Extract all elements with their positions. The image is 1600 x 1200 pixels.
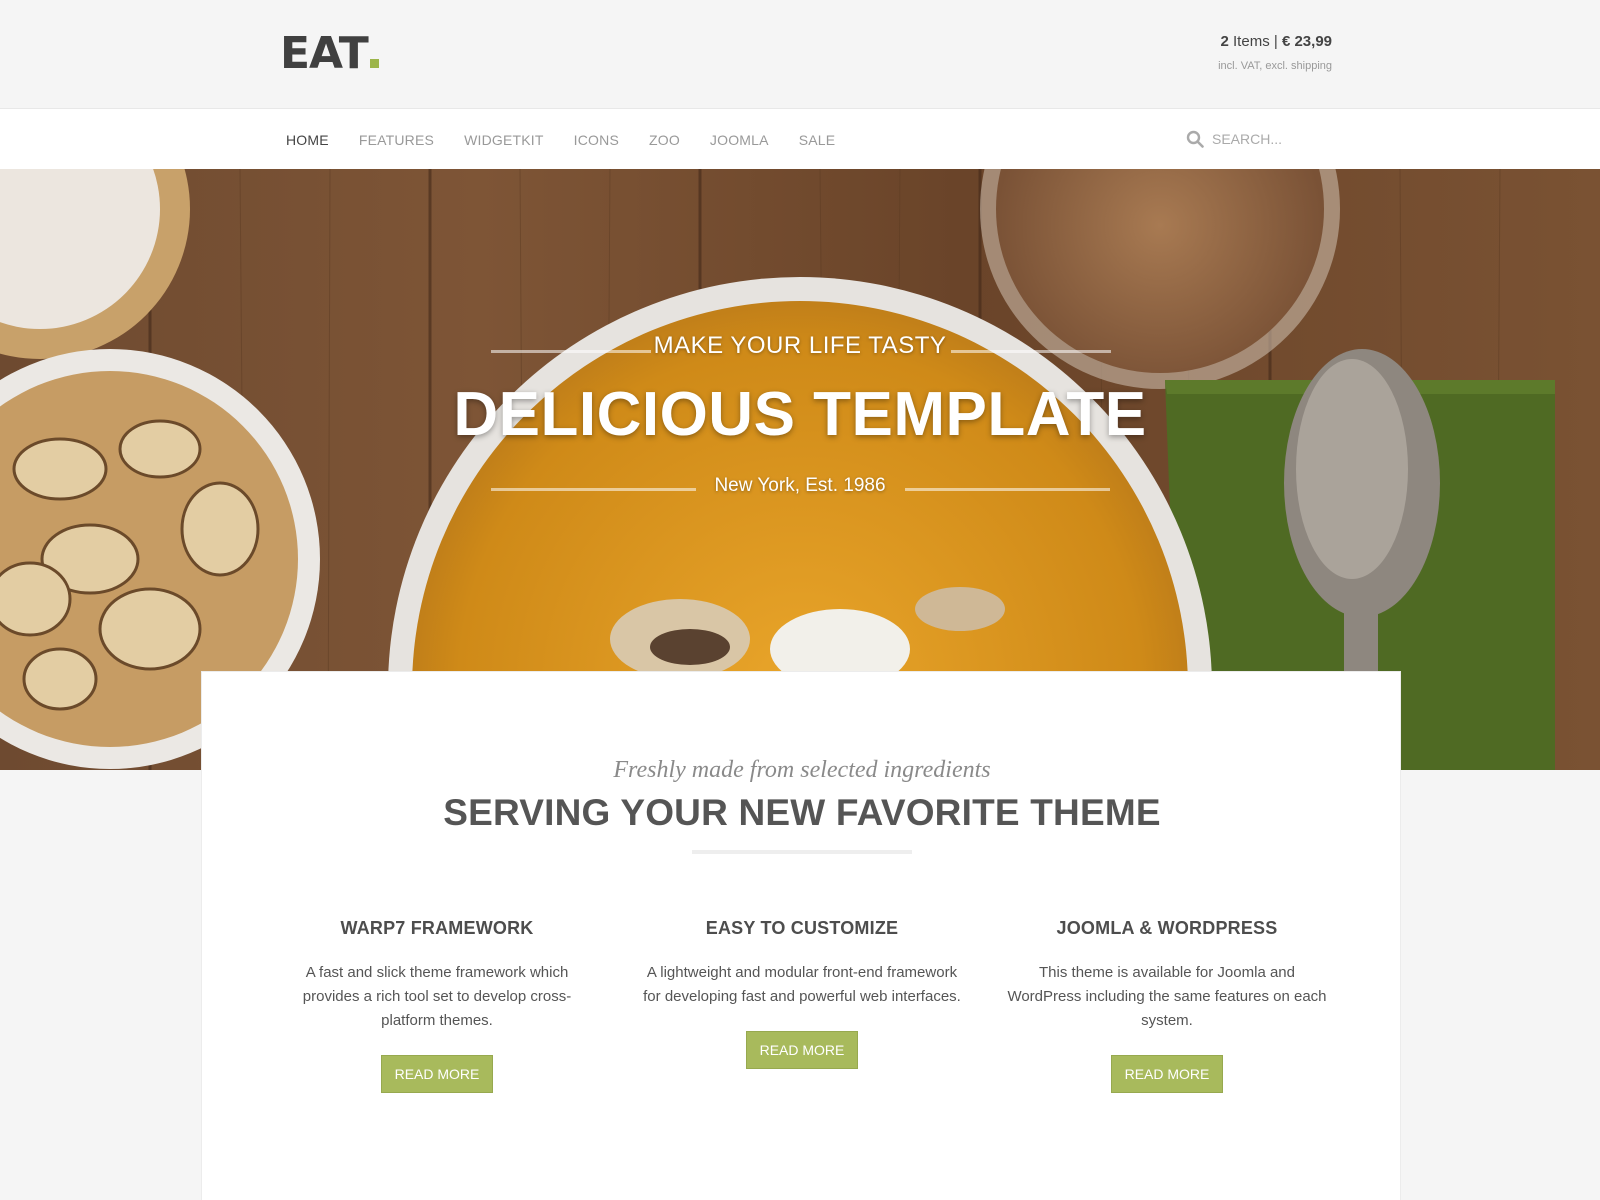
feature-title: EASY TO CUSTOMIZE — [705, 918, 899, 938]
search-box — [1186, 127, 1342, 151]
search-icon[interactable] — [1186, 130, 1204, 148]
feature-column: JOOMLA & WORDPRESS This theme is availab… — [1007, 918, 1327, 1093]
feature-column: WARP7 FRAMEWORK A fast and slick theme f… — [277, 918, 597, 1093]
read-more-button[interactable]: READ MORE — [380, 1055, 494, 1093]
cart-items-label: Items — [1233, 33, 1270, 50]
nav-item-sale[interactable]: SALE — [799, 132, 836, 148]
read-more-button[interactable]: READ MORE — [745, 1031, 859, 1069]
search-input[interactable] — [1212, 131, 1342, 147]
main-menu: HOME FEATURES WIDGETKIT ICONS ZOO JOOMLA… — [286, 109, 865, 170]
feature-title: WARP7 FRAMEWORK — [340, 918, 534, 938]
headline-divider — [692, 850, 912, 854]
feature-text: This theme is available for Joomla and W… — [1007, 964, 1327, 1029]
site-logo[interactable]: EAT — [280, 28, 379, 80]
nav-item-widgetkit[interactable]: WIDGETKIT — [464, 132, 544, 148]
logo-accent-dot — [369, 59, 379, 68]
cart-separator: | — [1273, 33, 1278, 50]
hero-subtitle: MAKE YOUR LIFE TASTY — [653, 332, 947, 359]
cart-price: € 23,99 — [1281, 33, 1332, 50]
hero-title: DELICIOUS TEMPLATE — [453, 380, 1147, 449]
feature-text: A lightweight and modular front-end fram… — [643, 964, 961, 1005]
hero-established: New York, Est. 1986 — [714, 475, 886, 496]
main-navbar: HOME FEATURES WIDGETKIT ICONS ZOO JOOMLA… — [0, 108, 1600, 169]
page: EAT 2 Items | € 23,99 incl. VAT, excl. s… — [0, 0, 1600, 1200]
nav-item-joomla[interactable]: JOOMLA — [710, 132, 769, 148]
intro-headline: SERVING YOUR NEW FAVORITE THEME — [443, 792, 1161, 833]
top-header: EAT 2 Items | € 23,99 incl. VAT, excl. s… — [0, 0, 1600, 108]
feature-column: EASY TO CUSTOMIZE A lightweight and modu… — [642, 918, 962, 1069]
feature-title: JOOMLA & WORDPRESS — [1056, 918, 1278, 938]
intro-tagline: Freshly made from selected ingredients — [613, 757, 991, 783]
intro-panel: Freshly made from selected ingredients S… — [201, 671, 1401, 1200]
read-more-button[interactable]: READ MORE — [1110, 1055, 1224, 1093]
cart-line: 2 Items | € 23,99 — [1218, 32, 1333, 52]
nav-item-icons[interactable]: ICONS — [574, 132, 619, 148]
cart-count: 2 — [1220, 33, 1229, 50]
feature-text: A fast and slick theme framework which p… — [302, 964, 572, 1029]
logo-text: EAT — [280, 28, 369, 79]
nav-item-features[interactable]: FEATURES — [359, 132, 434, 148]
nav-item-zoo[interactable]: ZOO — [649, 132, 680, 148]
cart-note: incl. VAT, excl. shipping — [1218, 60, 1332, 72]
nav-item-home[interactable]: HOME — [286, 132, 329, 148]
cart-summary[interactable]: 2 Items | € 23,99 incl. VAT, excl. shipp… — [1218, 32, 1332, 72]
